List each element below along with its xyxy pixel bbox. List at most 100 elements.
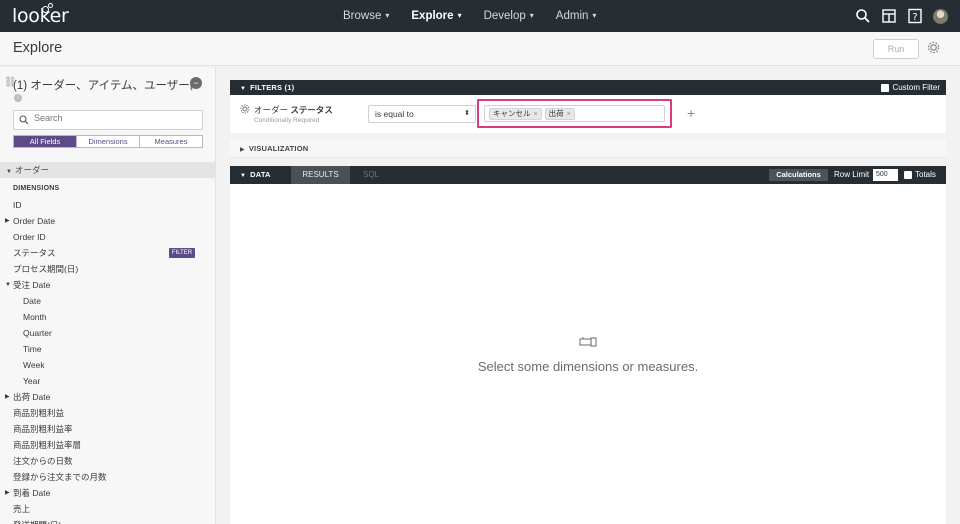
view-header-orders[interactable]: ▼ オーダー <box>0 162 215 178</box>
nav-browse[interactable]: Browse ▾ <box>343 0 389 32</box>
filter-view-name: オーダー <box>254 105 289 115</box>
totals-checkbox[interactable] <box>904 171 912 179</box>
gear-icon[interactable] <box>240 104 250 114</box>
field-search-input[interactable] <box>34 113 194 123</box>
field-item[interactable]: Quarter <box>0 325 215 341</box>
visualization-title: ▶ VISUALIZATION <box>240 140 308 159</box>
chevron-down-icon: ▾ <box>529 11 534 20</box>
field-label: 出荷 Date <box>13 392 51 402</box>
field-item[interactable]: 商品別粗利益率層 <box>0 437 215 453</box>
looker-logo[interactable]: looker <box>12 3 69 27</box>
field-label: Order ID <box>13 232 46 242</box>
row-limit-input[interactable]: 500 <box>873 169 898 181</box>
search-icon[interactable] <box>855 8 871 24</box>
filter-badge[interactable]: FILTER <box>169 248 195 258</box>
nav-admin-label: Admin <box>555 10 589 22</box>
nav-icon-group: ? <box>845 8 948 24</box>
field-item[interactable]: Date <box>0 293 215 309</box>
field-item[interactable]: ID <box>0 197 215 213</box>
custom-filter-toggle[interactable]: Custom Filter <box>881 80 940 95</box>
svg-text:?: ? <box>912 12 917 23</box>
main-menu: Browse ▾ Explore ▾ Develop ▾ Admin ▾ <box>343 0 618 32</box>
caret-down-icon: ▼ <box>5 282 11 288</box>
custom-filter-checkbox[interactable] <box>881 83 890 92</box>
nav-admin[interactable]: Admin ▾ <box>556 0 597 32</box>
filter-field-name: ステータス <box>290 105 333 115</box>
data-title[interactable]: ▼ DATA <box>240 166 271 185</box>
field-item[interactable]: ▼ 受注 Date <box>0 277 215 293</box>
caret-right-icon: ▶ <box>240 147 245 153</box>
field-item[interactable]: ▶ 到着 Date <box>0 485 215 501</box>
visualization-section-header[interactable]: ▶ VISUALIZATION <box>230 140 946 158</box>
tab-dimensions[interactable]: Dimensions <box>76 136 139 147</box>
calculations-button[interactable]: Calculations <box>769 169 828 181</box>
logo-text: looker <box>12 5 69 27</box>
nav-explore[interactable]: Explore ▾ <box>411 0 461 32</box>
tab-all-fields[interactable]: All Fields <box>14 136 76 147</box>
field-label: Year <box>23 376 41 386</box>
tab-sql[interactable]: SQL <box>356 166 386 184</box>
field-picker-sidebar: ⛓ (1) オーダー、アイテム、ユーザー関連 − i All Fields Di… <box>0 67 216 524</box>
field-item[interactable]: Time <box>0 341 215 357</box>
field-label: 商品別粗利益 <box>13 408 65 418</box>
caret-right-icon: ▶ <box>5 490 10 496</box>
tag-label: 出荷 <box>548 108 564 118</box>
top-navigation-bar: looker Browse ▾ Explore ▾ Develop ▾ Admin ▾ … <box>0 0 960 32</box>
field-item[interactable]: Order ID <box>0 229 215 245</box>
chevron-down-icon: ▾ <box>385 11 390 20</box>
field-item[interactable]: Month <box>0 309 215 325</box>
field-item[interactable]: ▶ Order Date <box>0 213 215 229</box>
page-title: Explore <box>13 40 63 56</box>
caret-right-icon: ▶ <box>5 394 10 400</box>
visualization-title-text: VISUALIZATION <box>248 144 309 153</box>
field-label: Month <box>23 312 47 322</box>
field-item[interactable]: 登録から注文までの月数 <box>0 469 215 485</box>
field-item[interactable]: 注文からの日数 <box>0 453 215 469</box>
filter-operator-select[interactable]: is equal to ⬍ <box>368 105 476 123</box>
gear-icon[interactable] <box>927 41 940 54</box>
chevron-down-icon: ▾ <box>592 11 597 20</box>
nav-develop[interactable]: Develop ▾ <box>484 0 534 32</box>
data-title-text: DATA <box>250 170 271 179</box>
filter-field-label: オーダー ステータス <box>254 104 333 116</box>
filter-row: オーダー ステータス Conditionally Required is equ… <box>230 95 946 133</box>
data-section-header: ▼ DATA RESULTS SQL Calculations Row Limit… <box>230 166 946 184</box>
remove-tag-icon[interactable]: × <box>534 111 538 118</box>
totals-toggle[interactable]: Totals <box>904 166 936 184</box>
field-label: 商品別粗利益率 <box>13 424 73 434</box>
field-item[interactable]: プロセス期間(日) <box>0 261 215 277</box>
field-label: プロセス期間(日) <box>13 264 79 274</box>
tab-results[interactable]: RESULTS <box>291 166 350 184</box>
custom-filter-label: Custom Filter <box>892 83 940 92</box>
field-item[interactable]: Year <box>0 373 215 389</box>
field-item[interactable]: ▶ 出荷 Date <box>0 389 215 405</box>
filter-value-tag: キャンセル × <box>489 107 542 120</box>
field-label: Order Date <box>13 216 56 226</box>
filter-value-input[interactable]: キャンセル × 出荷 × <box>484 105 665 122</box>
field-item[interactable]: 発送期間(日) <box>0 517 215 524</box>
results-area: Select some dimensions or measures. <box>230 184 946 524</box>
view-name: オーダー <box>14 165 49 175</box>
browse-store-icon[interactable] <box>881 8 897 24</box>
field-item[interactable]: 商品別粗利益 <box>0 405 215 421</box>
nav-explore-label: Explore <box>411 10 454 22</box>
field-item[interactable]: 商品別粗利益率 <box>0 421 215 437</box>
user-avatar[interactable] <box>933 8 948 24</box>
info-icon[interactable]: i <box>14 94 22 102</box>
filter-value-tag: 出荷 × <box>544 107 575 120</box>
collapse-sidebar-icon[interactable]: − <box>190 77 202 89</box>
field-item[interactable]: ステータス FILTER <box>0 245 215 261</box>
remove-tag-icon[interactable]: × <box>567 111 571 118</box>
field-label: ID <box>13 200 22 210</box>
caret-down-icon: ▼ <box>240 173 247 179</box>
empty-results-icon <box>579 337 597 347</box>
help-icon[interactable]: ? <box>907 8 923 24</box>
field-item[interactable]: 売上 <box>0 501 215 517</box>
add-filter-button[interactable]: + <box>687 104 695 122</box>
filters-title-text: FILTERS (1) <box>250 83 295 92</box>
filters-section-header[interactable]: ▼ FILTERS (1) Custom Filter <box>230 80 946 95</box>
tab-measures[interactable]: Measures <box>139 136 202 147</box>
run-button[interactable]: Run <box>873 39 919 59</box>
field-label: 到着 Date <box>13 488 51 498</box>
field-item[interactable]: Week <box>0 357 215 373</box>
